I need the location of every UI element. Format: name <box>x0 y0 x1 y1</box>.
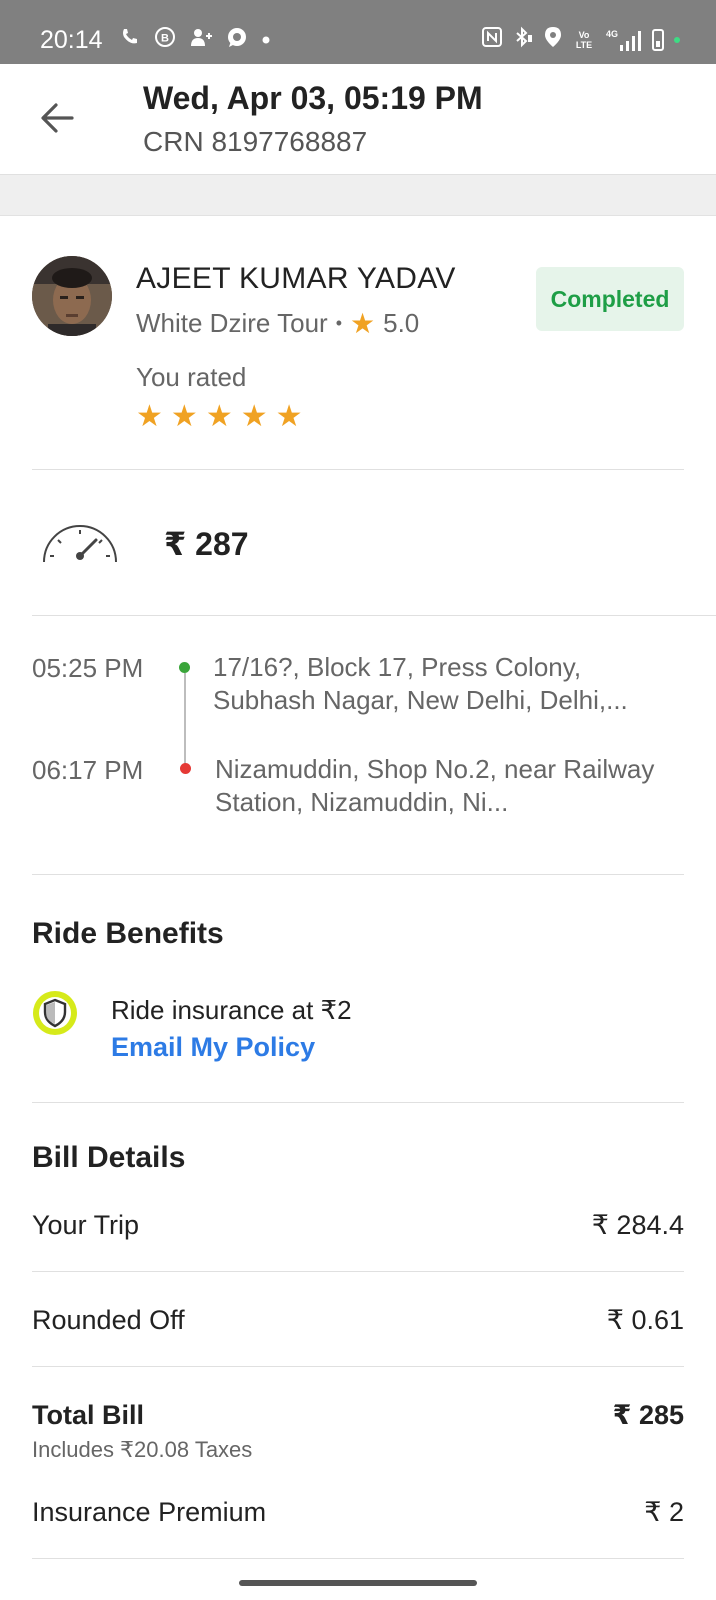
star-icon: ★ <box>350 308 376 339</box>
drop-dot-icon <box>180 763 191 774</box>
pickup-dot-icon <box>179 662 190 673</box>
car-model: White Dzire Tour <box>136 308 328 338</box>
location-icon <box>544 26 562 53</box>
divider <box>32 874 684 875</box>
privacy-indicator-icon <box>674 36 680 43</box>
signal-icon: 4G <box>606 29 642 51</box>
star-icon: ★ <box>275 400 303 433</box>
status-icons-left: B <box>120 26 270 53</box>
section-separator <box>0 175 716 216</box>
car-info: White Dzire Tour • ★ 5.0 <box>136 307 419 340</box>
driver-name: AJEET KUMAR YADAV <box>136 262 456 295</box>
drop-address: Nizamuddin, Shop No.2, near Railway Stat… <box>215 754 655 817</box>
drop-time: 06:17 PM <box>32 755 144 785</box>
total-bill-label: Total Bill <box>32 1400 144 1430</box>
speedometer-icon <box>43 525 117 563</box>
ride-benefits-title: Ride Benefits <box>32 917 224 950</box>
fare-amount: ₹ 287 <box>164 526 249 562</box>
battery-icon <box>652 28 664 51</box>
shield-icon <box>33 991 77 1035</box>
app-header: Wed, Apr 03, 05:19 PM CRN 8197768887 <box>0 64 716 175</box>
total-bill-value: ₹ 285 <box>612 1400 684 1430</box>
divider <box>32 1271 684 1272</box>
divider <box>32 615 716 616</box>
bill-row-label: Insurance Premium <box>32 1497 267 1527</box>
bill-row-value: ₹ 0.61 <box>606 1305 684 1335</box>
network-type-label: 4G <box>605 28 618 39</box>
crn-number: CRN 8197768887 <box>143 126 368 157</box>
whatsapp-icon <box>226 26 248 53</box>
star-icon: ★ <box>136 400 163 433</box>
divider <box>32 1366 684 1367</box>
star-icon: ★ <box>170 400 198 433</box>
volte-icon: Vo LTE <box>575 29 593 50</box>
pickup-address: 17/16?, Block 17, Press Colony, Subhash … <box>213 652 628 715</box>
divider <box>32 1558 684 1559</box>
driver-avatar <box>32 256 112 336</box>
status-badge: Completed <box>536 267 684 331</box>
person-add-icon <box>190 27 212 52</box>
b-badge-icon: B <box>154 26 176 53</box>
you-rated-label: You rated <box>136 362 247 392</box>
bill-details-title: Bill Details <box>32 1141 186 1174</box>
route-connector <box>184 673 186 766</box>
email-policy-link[interactable]: Email My Policy <box>111 1032 315 1063</box>
nfc-icon <box>481 27 502 52</box>
user-rating-stars: ★ ★ ★ ★ ★ <box>136 400 303 434</box>
status-icons-right: Vo LTE 4G <box>481 26 680 53</box>
back-button[interactable] <box>36 96 80 140</box>
bill-row-value: ₹ 284.4 <box>591 1210 684 1240</box>
bluetooth-icon <box>512 26 534 53</box>
separator-dot: • <box>335 313 342 333</box>
divider <box>32 469 684 470</box>
driver-rating: 5.0 <box>383 308 420 338</box>
page-title: Wed, Apr 03, 05:19 PM <box>143 80 483 116</box>
insurance-text: Ride insurance at ₹2 <box>111 995 352 1025</box>
star-icon: ★ <box>205 400 233 433</box>
bill-row-label: Your Trip <box>32 1210 140 1240</box>
status-bar: 20:14 B Vo LTE 4G <box>0 0 716 64</box>
arrow-back-icon <box>41 103 74 133</box>
bill-row-value: ₹ 2 <box>644 1497 684 1527</box>
svg-text:B: B <box>161 33 169 45</box>
divider <box>32 1102 684 1103</box>
star-icon: ★ <box>240 400 268 433</box>
phone-icon <box>120 27 140 53</box>
dot-icon <box>262 31 270 49</box>
taxes-note: Includes ₹20.08 Taxes <box>32 1437 253 1462</box>
pickup-time: 05:25 PM <box>32 653 144 683</box>
bill-row-label: Rounded Off <box>32 1305 185 1335</box>
home-indicator[interactable] <box>239 1580 477 1586</box>
status-time: 20:14 <box>40 26 103 54</box>
